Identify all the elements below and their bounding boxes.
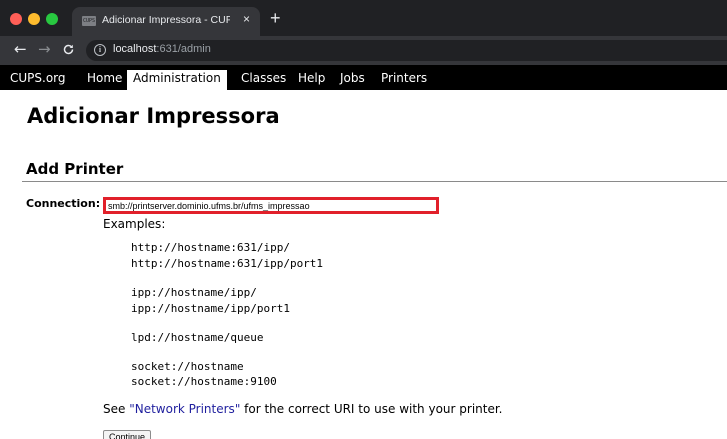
example-uri: lpd://hostname/queue: [131, 331, 264, 344]
nav-help[interactable]: Help: [292, 70, 331, 90]
nav-cups-org[interactable]: CUPS.org: [4, 70, 72, 90]
nav-jobs[interactable]: Jobs: [334, 70, 371, 90]
browser-tab[interactable]: CUPS Adicionar Impressora - CUPS 2 ×: [72, 7, 260, 36]
cups-favicon-icon: CUPS: [82, 16, 96, 26]
window-close-icon[interactable]: [10, 13, 22, 25]
connection-uri-input[interactable]: [103, 197, 439, 214]
address-bar[interactable]: i localhost:631/admin: [86, 40, 727, 61]
browser-tab-strip: CUPS Adicionar Impressora - CUPS 2 × +: [0, 0, 727, 36]
url-path: :631/admin: [156, 43, 211, 55]
reload-glyph: [63, 44, 74, 55]
network-printers-link[interactable]: "Network Printers": [129, 402, 240, 416]
cups-nav-bar: CUPS.org Home Administration Classes Hel…: [0, 65, 727, 90]
section-title: Add Printer: [26, 160, 124, 178]
tab-close-icon[interactable]: ×: [243, 12, 250, 26]
example-uri: socket://hostname: [131, 360, 244, 373]
continue-button[interactable]: Continue: [103, 430, 152, 439]
window-minimize-icon[interactable]: [28, 13, 40, 25]
nav-classes[interactable]: Classes: [235, 70, 292, 90]
nav-home[interactable]: Home: [81, 70, 128, 90]
note-text-after: for the correct URI to use with your pri…: [240, 402, 503, 416]
network-printers-note: See "Network Printers" for the correct U…: [103, 402, 503, 416]
example-uri: ipp://hostname/ipp/port1: [131, 302, 290, 315]
new-tab-icon[interactable]: +: [270, 9, 281, 27]
window-zoom-icon[interactable]: [46, 13, 58, 25]
url-host: localhost: [113, 43, 157, 55]
example-uri: http://hostname:631/ipp/: [131, 241, 290, 254]
example-uri: ipp://hostname/ipp/: [131, 286, 257, 299]
browser-toolbar: ← → i localhost:631/admin: [0, 36, 727, 65]
site-info-icon[interactable]: i: [94, 44, 106, 56]
nav-printers[interactable]: Printers: [375, 70, 433, 90]
page-title: Adicionar Impressora: [27, 104, 280, 128]
examples-label: Examples:: [103, 217, 166, 231]
section-divider: [22, 181, 727, 182]
back-arrow-icon[interactable]: ←: [14, 42, 27, 57]
nav-administration[interactable]: Administration: [127, 70, 227, 90]
note-text-before: See: [103, 402, 130, 416]
connection-label: Connection:: [26, 197, 101, 210]
example-uri: http://hostname:631/ipp/port1: [131, 257, 324, 270]
forward-arrow-icon[interactable]: →: [38, 42, 51, 57]
reload-icon[interactable]: [62, 43, 75, 60]
tab-title: Adicionar Impressora - CUPS 2: [102, 14, 230, 26]
url-text: localhost:631/admin: [113, 43, 211, 55]
example-uri: socket://hostname:9100: [131, 375, 277, 388]
